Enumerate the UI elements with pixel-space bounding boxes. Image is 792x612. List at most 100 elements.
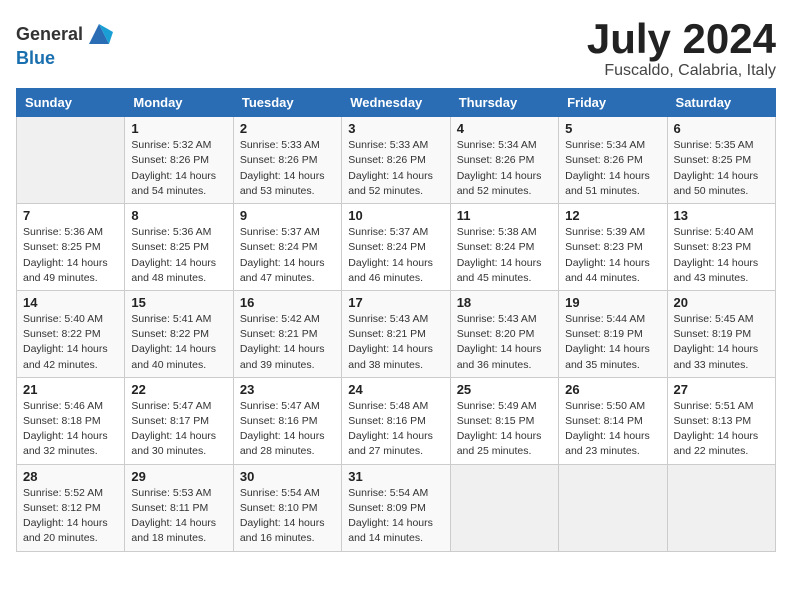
header-cell-monday: Monday <box>125 89 233 117</box>
day-info: Sunrise: 5:36 AM Sunset: 8:25 PM Dayligh… <box>131 225 226 286</box>
header-cell-saturday: Saturday <box>667 89 775 117</box>
day-info: Sunrise: 5:33 AM Sunset: 8:26 PM Dayligh… <box>240 138 335 199</box>
title-section: July 2024 Fuscaldo, Calabria, Italy <box>587 16 776 80</box>
day-info: Sunrise: 5:45 AM Sunset: 8:19 PM Dayligh… <box>674 312 769 373</box>
title-location: Fuscaldo, Calabria, Italy <box>587 62 776 80</box>
day-number: 27 <box>674 382 769 397</box>
day-cell: 16 Sunrise: 5:42 AM Sunset: 8:21 PM Dayli… <box>233 290 341 377</box>
day-info: Sunrise: 5:36 AM Sunset: 8:25 PM Dayligh… <box>23 225 118 286</box>
day-number: 13 <box>674 208 769 223</box>
day-info: Sunrise: 5:53 AM Sunset: 8:11 PM Dayligh… <box>131 486 226 547</box>
day-info: Sunrise: 5:32 AM Sunset: 8:26 PM Dayligh… <box>131 138 226 199</box>
day-number: 1 <box>131 121 226 136</box>
day-number: 17 <box>348 295 443 310</box>
day-number: 3 <box>348 121 443 136</box>
day-info: Sunrise: 5:38 AM Sunset: 8:24 PM Dayligh… <box>457 225 552 286</box>
week-row-1: 1 Sunrise: 5:32 AM Sunset: 8:26 PM Daylig… <box>17 117 776 204</box>
week-row-2: 7Sunrise: 5:36 AM Sunset: 8:25 PM Daylig… <box>17 204 776 291</box>
day-cell: 29 Sunrise: 5:53 AM Sunset: 8:11 PM Dayli… <box>125 464 233 551</box>
week-row-3: 14 Sunrise: 5:40 AM Sunset: 8:22 PM Dayli… <box>17 290 776 377</box>
day-cell: 31Sunrise: 5:54 AM Sunset: 8:09 PM Dayli… <box>342 464 450 551</box>
title-month-year: July 2024 <box>587 16 776 62</box>
day-number: 24 <box>348 382 443 397</box>
day-number: 23 <box>240 382 335 397</box>
header-row: SundayMondayTuesdayWednesdayThursdayFrid… <box>17 89 776 117</box>
day-number: 14 <box>23 295 118 310</box>
day-cell <box>450 464 558 551</box>
day-info: Sunrise: 5:54 AM Sunset: 8:10 PM Dayligh… <box>240 486 335 547</box>
day-number: 5 <box>565 121 660 136</box>
day-cell: 1 Sunrise: 5:32 AM Sunset: 8:26 PM Daylig… <box>125 117 233 204</box>
day-info: Sunrise: 5:39 AM Sunset: 8:23 PM Dayligh… <box>565 225 660 286</box>
day-cell: 6Sunrise: 5:35 AM Sunset: 8:25 PM Daylig… <box>667 117 775 204</box>
day-cell: 21Sunrise: 5:46 AM Sunset: 8:18 PM Dayli… <box>17 377 125 464</box>
logo-blue: Blue <box>16 48 55 68</box>
day-info: Sunrise: 5:43 AM Sunset: 8:20 PM Dayligh… <box>457 312 552 373</box>
day-cell: 4 Sunrise: 5:34 AM Sunset: 8:26 PM Daylig… <box>450 117 558 204</box>
day-info: Sunrise: 5:49 AM Sunset: 8:15 PM Dayligh… <box>457 399 552 460</box>
day-info: Sunrise: 5:47 AM Sunset: 8:17 PM Dayligh… <box>131 399 226 460</box>
day-info: Sunrise: 5:34 AM Sunset: 8:26 PM Dayligh… <box>457 138 552 199</box>
week-row-4: 21Sunrise: 5:46 AM Sunset: 8:18 PM Dayli… <box>17 377 776 464</box>
day-cell <box>17 117 125 204</box>
day-info: Sunrise: 5:41 AM Sunset: 8:22 PM Dayligh… <box>131 312 226 373</box>
day-info: Sunrise: 5:40 AM Sunset: 8:22 PM Dayligh… <box>23 312 118 373</box>
day-number: 12 <box>565 208 660 223</box>
logo: General Blue <box>16 20 113 69</box>
day-info: Sunrise: 5:51 AM Sunset: 8:13 PM Dayligh… <box>674 399 769 460</box>
day-cell: 27 Sunrise: 5:51 AM Sunset: 8:13 PM Dayli… <box>667 377 775 464</box>
logo-icon <box>85 20 113 48</box>
day-cell: 13 Sunrise: 5:40 AM Sunset: 8:23 PM Dayli… <box>667 204 775 291</box>
day-cell: 30 Sunrise: 5:54 AM Sunset: 8:10 PM Dayli… <box>233 464 341 551</box>
day-cell: 15Sunrise: 5:41 AM Sunset: 8:22 PM Dayli… <box>125 290 233 377</box>
day-info: Sunrise: 5:33 AM Sunset: 8:26 PM Dayligh… <box>348 138 443 199</box>
day-number: 20 <box>674 295 769 310</box>
day-info: Sunrise: 5:46 AM Sunset: 8:18 PM Dayligh… <box>23 399 118 460</box>
logo-general: General <box>16 24 83 45</box>
day-cell: 20 Sunrise: 5:45 AM Sunset: 8:19 PM Dayli… <box>667 290 775 377</box>
day-cell: 3 Sunrise: 5:33 AM Sunset: 8:26 PM Daylig… <box>342 117 450 204</box>
calendar-table: SundayMondayTuesdayWednesdayThursdayFrid… <box>16 88 776 551</box>
day-info: Sunrise: 5:48 AM Sunset: 8:16 PM Dayligh… <box>348 399 443 460</box>
day-number: 30 <box>240 469 335 484</box>
day-cell: 18 Sunrise: 5:43 AM Sunset: 8:20 PM Dayli… <box>450 290 558 377</box>
day-cell <box>667 464 775 551</box>
day-cell: 24 Sunrise: 5:48 AM Sunset: 8:16 PM Dayli… <box>342 377 450 464</box>
day-info: Sunrise: 5:43 AM Sunset: 8:21 PM Dayligh… <box>348 312 443 373</box>
day-cell: 10Sunrise: 5:37 AM Sunset: 8:24 PM Dayli… <box>342 204 450 291</box>
day-number: 29 <box>131 469 226 484</box>
day-info: Sunrise: 5:40 AM Sunset: 8:23 PM Dayligh… <box>674 225 769 286</box>
day-cell: 7Sunrise: 5:36 AM Sunset: 8:25 PM Daylig… <box>17 204 125 291</box>
day-info: Sunrise: 5:35 AM Sunset: 8:25 PM Dayligh… <box>674 138 769 199</box>
day-info: Sunrise: 5:50 AM Sunset: 8:14 PM Dayligh… <box>565 399 660 460</box>
header-cell-wednesday: Wednesday <box>342 89 450 117</box>
day-info: Sunrise: 5:52 AM Sunset: 8:12 PM Dayligh… <box>23 486 118 547</box>
day-number: 9 <box>240 208 335 223</box>
day-cell: 23 Sunrise: 5:47 AM Sunset: 8:16 PM Dayli… <box>233 377 341 464</box>
day-cell: 26Sunrise: 5:50 AM Sunset: 8:14 PM Dayli… <box>559 377 667 464</box>
day-info: Sunrise: 5:42 AM Sunset: 8:21 PM Dayligh… <box>240 312 335 373</box>
day-info: Sunrise: 5:47 AM Sunset: 8:16 PM Dayligh… <box>240 399 335 460</box>
day-number: 10 <box>348 208 443 223</box>
day-cell: 11 Sunrise: 5:38 AM Sunset: 8:24 PM Dayli… <box>450 204 558 291</box>
day-cell: 28 Sunrise: 5:52 AM Sunset: 8:12 PM Dayli… <box>17 464 125 551</box>
day-number: 18 <box>457 295 552 310</box>
day-cell: 5 Sunrise: 5:34 AM Sunset: 8:26 PM Daylig… <box>559 117 667 204</box>
day-cell: 17 Sunrise: 5:43 AM Sunset: 8:21 PM Dayli… <box>342 290 450 377</box>
day-info: Sunrise: 5:34 AM Sunset: 8:26 PM Dayligh… <box>565 138 660 199</box>
day-number: 4 <box>457 121 552 136</box>
day-number: 8 <box>131 208 226 223</box>
day-cell: 19Sunrise: 5:44 AM Sunset: 8:19 PM Dayli… <box>559 290 667 377</box>
day-number: 28 <box>23 469 118 484</box>
day-number: 2 <box>240 121 335 136</box>
day-number: 25 <box>457 382 552 397</box>
day-cell: 25 Sunrise: 5:49 AM Sunset: 8:15 PM Dayli… <box>450 377 558 464</box>
day-number: 11 <box>457 208 552 223</box>
day-cell <box>559 464 667 551</box>
day-cell: 2 Sunrise: 5:33 AM Sunset: 8:26 PM Daylig… <box>233 117 341 204</box>
day-number: 16 <box>240 295 335 310</box>
day-cell: 12 Sunrise: 5:39 AM Sunset: 8:23 PM Dayli… <box>559 204 667 291</box>
header-cell-tuesday: Tuesday <box>233 89 341 117</box>
day-info: Sunrise: 5:44 AM Sunset: 8:19 PM Dayligh… <box>565 312 660 373</box>
day-cell: 14 Sunrise: 5:40 AM Sunset: 8:22 PM Dayli… <box>17 290 125 377</box>
